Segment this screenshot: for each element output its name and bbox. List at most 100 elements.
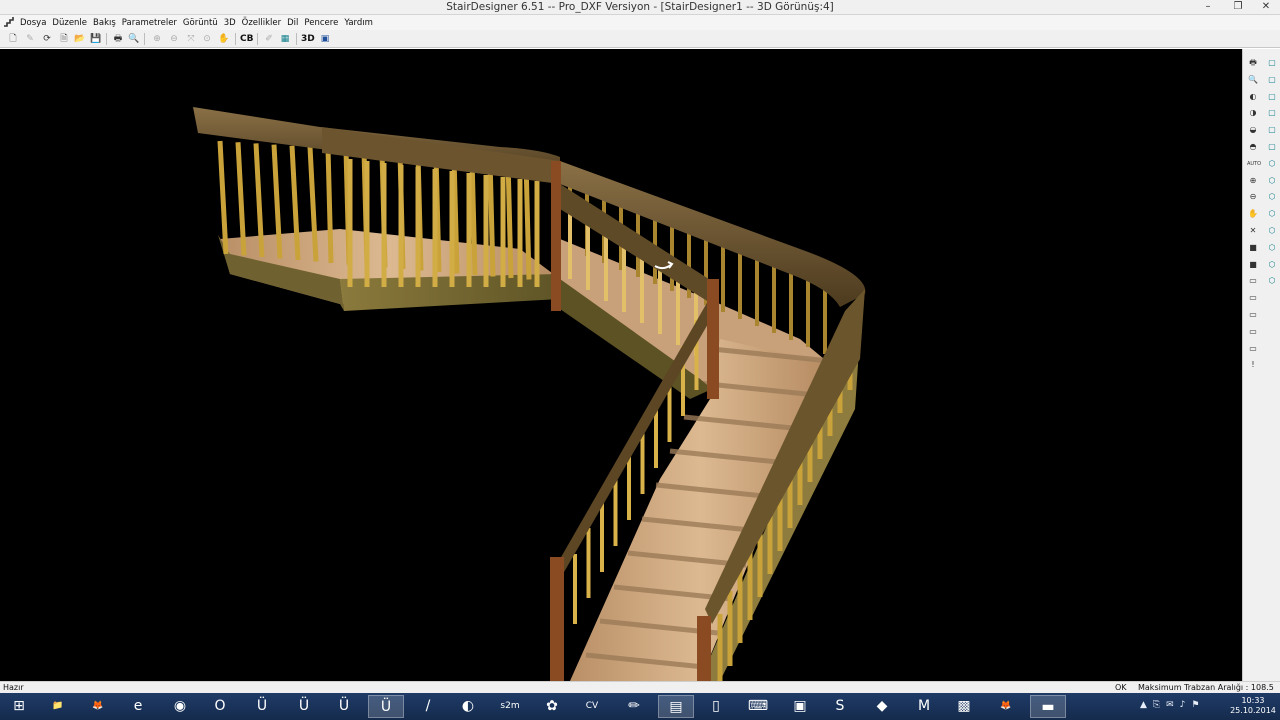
menu-goruntu[interactable]: Görüntü <box>183 16 223 29</box>
view-tool-icon[interactable]: ▭ <box>1247 326 1259 338</box>
view-angle-icon[interactable]: ▢ <box>1266 141 1278 153</box>
view-tool-icon[interactable]: ⊖ <box>1247 191 1259 203</box>
3d-viewport[interactable] <box>0 49 1242 681</box>
stair-app-icon[interactable] <box>3 16 15 28</box>
taskbar-app-button[interactable]: S <box>822 695 858 718</box>
tray-icon[interactable]: ⎘ <box>1153 700 1160 720</box>
menu-3d[interactable]: 3D <box>224 16 241 29</box>
view-angle-icon[interactable]: ⬡ <box>1266 158 1278 170</box>
new-file-icon[interactable]: 🗋 <box>6 32 20 46</box>
print-preview-icon[interactable]: 🔍 <box>127 32 141 46</box>
taskbar-app-button[interactable]: e <box>120 695 156 718</box>
taskbar-app-button[interactable]: ▯ <box>698 695 734 718</box>
menu-parametreler[interactable]: Parametreler <box>122 16 182 29</box>
taskbar-app-button[interactable]: s2m <box>492 695 528 718</box>
taskbar-app-button[interactable]: ◐ <box>450 695 486 718</box>
taskbar-app-button[interactable]: O <box>202 695 238 718</box>
menu-dil[interactable]: Dil <box>287 16 303 29</box>
start-button[interactable]: ⊞ <box>4 695 34 718</box>
view-tool-icon[interactable]: ◓ <box>1247 141 1259 153</box>
taskbar-app-button[interactable]: ▬ <box>1030 695 1066 718</box>
view-tool-icon[interactable]: ■ <box>1247 242 1259 254</box>
view-angle-icon[interactable]: ▢ <box>1266 124 1278 136</box>
menu-dosya[interactable]: Dosya <box>20 16 51 29</box>
view-tool-icon[interactable]: ✋ <box>1247 208 1259 220</box>
view-angle-icon[interactable]: ⬡ <box>1266 275 1278 287</box>
3d-button[interactable]: 3D <box>301 32 315 46</box>
zoom-out-icon[interactable]: ⊖ <box>167 32 181 46</box>
view-tool-icon[interactable]: ◒ <box>1247 124 1259 136</box>
menu-duzenle[interactable]: Düzenle <box>52 16 92 29</box>
pencil-icon[interactable]: ✐ <box>262 32 276 46</box>
view-tool-icon[interactable]: ◐ <box>1247 91 1259 103</box>
view-tool-icon[interactable]: ✕ <box>1247 225 1259 237</box>
taskbar-app-button[interactable]: Ü <box>244 695 280 718</box>
menu-bakis[interactable]: Bakış <box>93 16 121 29</box>
pan-hand-icon[interactable]: ✋ <box>217 32 231 46</box>
view-tool-icon[interactable]: 🔍 <box>1247 74 1259 86</box>
cb-button[interactable]: CB <box>240 32 253 46</box>
stair-view-icon[interactable]: ▦ <box>278 32 292 46</box>
tray-icon[interactable]: ♪ <box>1180 700 1186 720</box>
menu-yardim[interactable]: Yardım <box>344 16 378 29</box>
zoom-in-icon[interactable]: ⊕ <box>150 32 164 46</box>
menu-ozellikler[interactable]: Özellikler <box>242 16 286 29</box>
view-tool-icon[interactable]: ⊕ <box>1247 175 1259 187</box>
baluster <box>469 157 478 276</box>
tray-icon[interactable]: ⚑ <box>1191 700 1199 720</box>
view-tool-icon[interactable]: ▭ <box>1247 343 1259 355</box>
taskbar-app-button[interactable]: Ü <box>326 695 362 718</box>
view-tool-icon[interactable]: ▭ <box>1247 292 1259 304</box>
taskbar-app-button[interactable]: Ü <box>286 695 322 718</box>
view-angle-icon[interactable]: ▢ <box>1266 91 1278 103</box>
view-tool-icon[interactable]: 🖶 <box>1247 57 1259 69</box>
taskbar-app-button[interactable]: Ü <box>368 695 404 718</box>
taskbar-app-button[interactable]: ✏ <box>616 695 652 718</box>
view-tool-icon[interactable]: ◑ <box>1247 107 1259 119</box>
taskbar-app-button[interactable]: ▩ <box>946 695 982 718</box>
taskbar-app-button[interactable]: ✿ <box>534 695 570 718</box>
taskbar-app-button[interactable]: 📁 <box>40 695 76 718</box>
window-maximize-button[interactable]: ❐ <box>1228 0 1248 14</box>
view-angle-icon[interactable]: ⬡ <box>1266 191 1278 203</box>
view-tool-icon[interactable]: ▭ <box>1247 309 1259 321</box>
view-angle-icon[interactable]: ▢ <box>1266 57 1278 69</box>
system-clock[interactable]: 10:33 25.10.2014 <box>1228 696 1278 716</box>
taskbar-app-button[interactable]: ◆ <box>864 695 900 718</box>
window-close-button[interactable]: ✕ <box>1252 0 1280 14</box>
draw-icon[interactable]: ✎ <box>23 32 37 46</box>
taskbar-app-button[interactable]: CV <box>574 695 610 718</box>
view-angle-icon[interactable]: ⬡ <box>1266 259 1278 271</box>
open-folder-icon[interactable]: 📂 <box>73 32 87 46</box>
menu-pencere[interactable]: Pencere <box>304 16 343 29</box>
taskbar-app-button[interactable]: ⌨ <box>740 695 776 718</box>
tray-icon[interactable]: ✉ <box>1166 700 1174 720</box>
save-icon[interactable]: 💾 <box>89 32 103 46</box>
view-tool-icon[interactable]: ▭ <box>1247 275 1259 287</box>
taskbar-app-button[interactable]: 🦊 <box>988 695 1024 718</box>
view-angle-icon[interactable]: ⬡ <box>1266 175 1278 187</box>
view-angle-icon[interactable]: ▢ <box>1266 74 1278 86</box>
view-tool-icon[interactable]: ■ <box>1247 259 1259 271</box>
tray-icon[interactable]: ▲ <box>1140 700 1147 720</box>
taskbar-app-button[interactable]: ▣ <box>782 695 818 718</box>
taskbar-app-button[interactable]: / <box>410 695 446 718</box>
open-recent-icon[interactable]: 🗎 <box>57 32 71 46</box>
view-angle-icon[interactable]: ▢ <box>1266 107 1278 119</box>
rotate-icon[interactable]: ⟳ <box>40 32 54 46</box>
zoom-window-icon[interactable]: ⊙ <box>200 32 214 46</box>
taskbar-app-button[interactable]: 🦊 <box>80 695 116 718</box>
window-minimize-button[interactable]: – <box>1198 0 1218 14</box>
window-tile-icon[interactable]: ▣ <box>318 32 332 46</box>
taskbar-app-button[interactable]: ◉ <box>162 695 198 718</box>
print-icon[interactable]: 🖶 <box>111 32 125 46</box>
view-angle-icon[interactable]: ⬡ <box>1266 242 1278 254</box>
view-tool-icon[interactable]: ! <box>1247 359 1259 371</box>
toolbar-separator <box>144 33 145 45</box>
zoom-all-icon[interactable]: ⤧ <box>184 32 198 46</box>
view-angle-icon[interactable]: ⬡ <box>1266 208 1278 220</box>
view-angle-icon[interactable]: ⬡ <box>1266 225 1278 237</box>
taskbar-app-button[interactable]: M <box>906 695 942 718</box>
view-tool-icon[interactable]: AUTO <box>1247 158 1261 170</box>
taskbar-app-button[interactable]: ▤ <box>658 695 694 718</box>
